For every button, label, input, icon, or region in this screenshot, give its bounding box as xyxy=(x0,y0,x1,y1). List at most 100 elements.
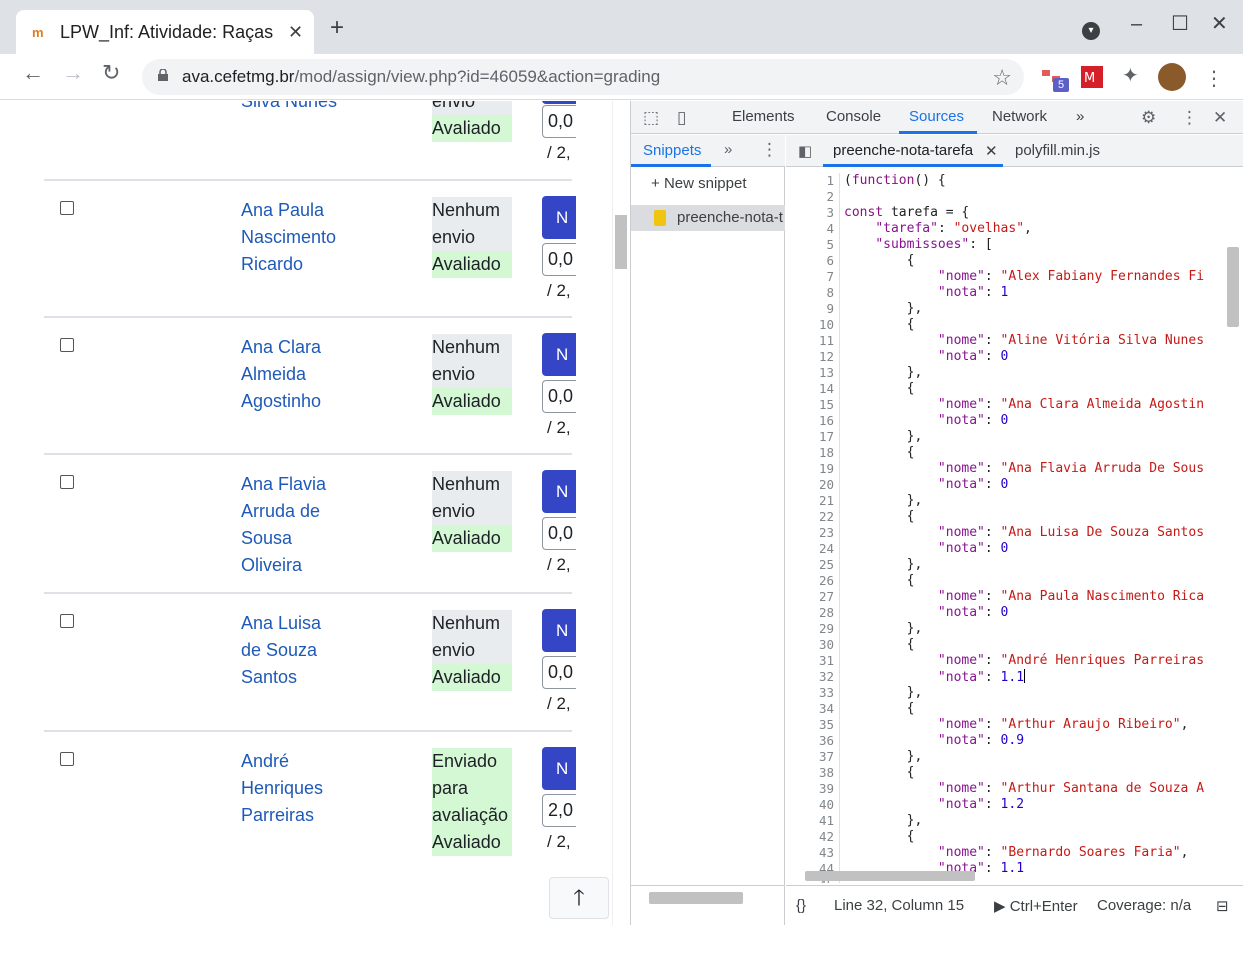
tab-elements[interactable]: Elements xyxy=(732,108,795,125)
grade-button[interactable]: N xyxy=(542,609,576,652)
student-name[interactable]: Ana Clara Almeida Agostinho xyxy=(241,334,351,415)
student-name[interactable]: Ana Flavia Arruda de Sousa Oliveira xyxy=(241,471,351,579)
devtools-menu-icon[interactable]: ⋮ xyxy=(1181,108,1198,128)
code-line: "nome": "Ana Flavia Arruda De Sous xyxy=(937,461,1205,476)
tab-sources[interactable]: Sources xyxy=(909,108,964,125)
grade-input[interactable]: 0,0 xyxy=(542,105,576,138)
page-scrollbar[interactable] xyxy=(612,101,629,925)
line-number: 15 xyxy=(818,397,834,412)
code-area[interactable]: 1 (function() {2 3 const tarefa = {4 "taref… xyxy=(786,173,1224,883)
code-line: { xyxy=(844,701,915,716)
devtools-close-icon[interactable]: ✕ xyxy=(1213,108,1227,128)
code-line: }, xyxy=(844,365,923,380)
tab-snippets[interactable]: Snippets xyxy=(643,142,701,159)
more-panes-icon[interactable]: » xyxy=(724,141,732,158)
tab-strip: m LPW_Inf: Atividade: Raças ✕ + ▾ – ☐ ✕ xyxy=(0,0,1243,54)
back-icon[interactable]: ← xyxy=(22,62,44,84)
new-snippet-button[interactable]: + New snippet xyxy=(651,175,746,192)
code-line: }, xyxy=(844,749,923,764)
line-number: 2 xyxy=(826,189,834,204)
editor-tab-polyfill[interactable]: polyfill.min.js xyxy=(1015,142,1100,159)
snippet-item[interactable]: preenche-nota-t xyxy=(631,205,785,231)
line-number: 24 xyxy=(818,541,834,556)
tab-console[interactable]: Console xyxy=(826,108,881,125)
extensions-puzzle-icon[interactable]: ✦ xyxy=(1122,63,1139,87)
code-line: }, xyxy=(844,493,923,508)
code-line: "nome": "Bernardo Soares Faria", xyxy=(937,845,1189,860)
editor-status-bar: {} Line 32, Column 15 ▶ Ctrl+Enter Cover… xyxy=(786,885,1243,925)
select-checkbox[interactable] xyxy=(60,752,74,766)
browser-tab[interactable]: m LPW_Inf: Atividade: Raças ✕ xyxy=(16,10,314,54)
line-number: 32 xyxy=(818,669,834,684)
grade-input[interactable]: 0,0 xyxy=(542,656,576,689)
mendeley-extension-icon[interactable]: M xyxy=(1081,66,1103,88)
line-number: 11 xyxy=(818,333,834,348)
device-toolbar-icon[interactable]: ▯ xyxy=(677,108,686,128)
coverage-status: Coverage: n/a xyxy=(1097,897,1192,914)
back-to-top-button[interactable]: 🡑 xyxy=(549,877,609,919)
window-close-icon[interactable]: ✕ xyxy=(1211,14,1228,34)
grade-button[interactable] xyxy=(542,101,576,104)
tab-close-icon[interactable]: ✕ xyxy=(288,22,303,43)
grade-max: / 2, xyxy=(547,281,571,300)
drawer-toggle-icon[interactable]: ⊟ xyxy=(1216,897,1229,915)
bookmark-star-icon[interactable]: ☆ xyxy=(992,65,1012,91)
navigator-menu-icon[interactable]: ⋮ xyxy=(761,140,778,160)
student-name[interactable]: Silva Nunes xyxy=(241,101,351,115)
more-tabs-icon[interactable]: » xyxy=(1076,108,1084,125)
grade-input[interactable]: 2,0 xyxy=(542,794,576,827)
settings-gear-icon[interactable]: ⚙ xyxy=(1141,108,1156,128)
grade-input[interactable]: 0,0 xyxy=(542,243,576,276)
line-number: 5 xyxy=(826,237,834,252)
select-checkbox[interactable] xyxy=(60,201,74,215)
grade-button[interactable]: N xyxy=(542,196,576,239)
inspect-element-icon[interactable]: ⬚ xyxy=(643,108,659,128)
forward-icon[interactable]: → xyxy=(62,62,84,84)
line-number: 17 xyxy=(818,429,834,444)
select-checkbox[interactable] xyxy=(60,338,74,352)
address-bar[interactable]: ava.cefetmg.br/mod/assign/view.php?id=46… xyxy=(142,59,1024,95)
select-checkbox[interactable] xyxy=(60,475,74,489)
editor-tab-snippet[interactable]: preenche-nota-tarefa xyxy=(833,142,973,159)
tab-search-icon[interactable]: ▾ xyxy=(1082,22,1100,40)
new-tab-button[interactable]: + xyxy=(330,16,344,40)
line-number: 18 xyxy=(818,445,834,460)
editor-vertical-scrollbar[interactable] xyxy=(1222,247,1243,959)
profile-avatar[interactable] xyxy=(1158,63,1186,91)
code-line: "nota": 1 xyxy=(937,285,1009,300)
student-name[interactable]: André Henriques Parreiras xyxy=(241,748,351,829)
grade-button[interactable]: N xyxy=(542,747,576,790)
line-number: 42 xyxy=(818,829,834,844)
line-number: 34 xyxy=(818,701,834,716)
status-cell: Nenhum envio Avaliado xyxy=(432,610,512,691)
grade-button[interactable]: N xyxy=(542,470,576,513)
grade-input[interactable]: 0,0 xyxy=(542,380,576,413)
pretty-print-icon[interactable]: {} xyxy=(796,897,806,914)
editor-horizontal-scrollbar[interactable] xyxy=(787,867,1225,883)
student-name[interactable]: Ana Luisa de Souza Santos xyxy=(241,610,351,691)
status-cell: Nenhum envio Avaliado xyxy=(432,197,512,278)
svg-text:M: M xyxy=(1084,71,1095,86)
navigator-scrollbar[interactable] xyxy=(631,885,785,925)
chrome-menu-icon[interactable]: ⋮ xyxy=(1204,66,1224,91)
student-name[interactable]: Ana Paula Nascimento Ricardo xyxy=(241,197,351,278)
toggle-navigator-icon[interactable]: ◧ xyxy=(798,142,812,160)
grade-button[interactable]: N xyxy=(542,333,576,376)
maximize-icon[interactable]: ☐ xyxy=(1171,14,1189,34)
url-text: ava.cefetmg.br/mod/assign/view.php?id=46… xyxy=(182,67,661,86)
grade-max: / 2, xyxy=(547,694,571,713)
code-line: "nota": 0.9 xyxy=(937,733,1025,748)
tab-network[interactable]: Network xyxy=(992,108,1047,125)
devtools-panel: ⬚ ▯ Elements Console Sources Network » ⚙… xyxy=(630,101,1243,925)
select-checkbox[interactable] xyxy=(60,614,74,628)
reload-icon[interactable]: ↻ xyxy=(102,62,120,84)
line-number: 40 xyxy=(818,797,834,812)
minimize-icon[interactable]: – xyxy=(1131,14,1142,34)
run-snippet-button[interactable]: ▶ Ctrl+Enter xyxy=(994,897,1078,915)
line-number: 36 xyxy=(818,733,834,748)
grade-input[interactable]: 0,0 xyxy=(542,517,576,550)
editor-tab-close-icon[interactable]: ✕ xyxy=(985,142,998,160)
code-line: "nota": 0 xyxy=(937,541,1009,556)
code-line: }, xyxy=(844,685,923,700)
code-line: }, xyxy=(844,557,923,572)
